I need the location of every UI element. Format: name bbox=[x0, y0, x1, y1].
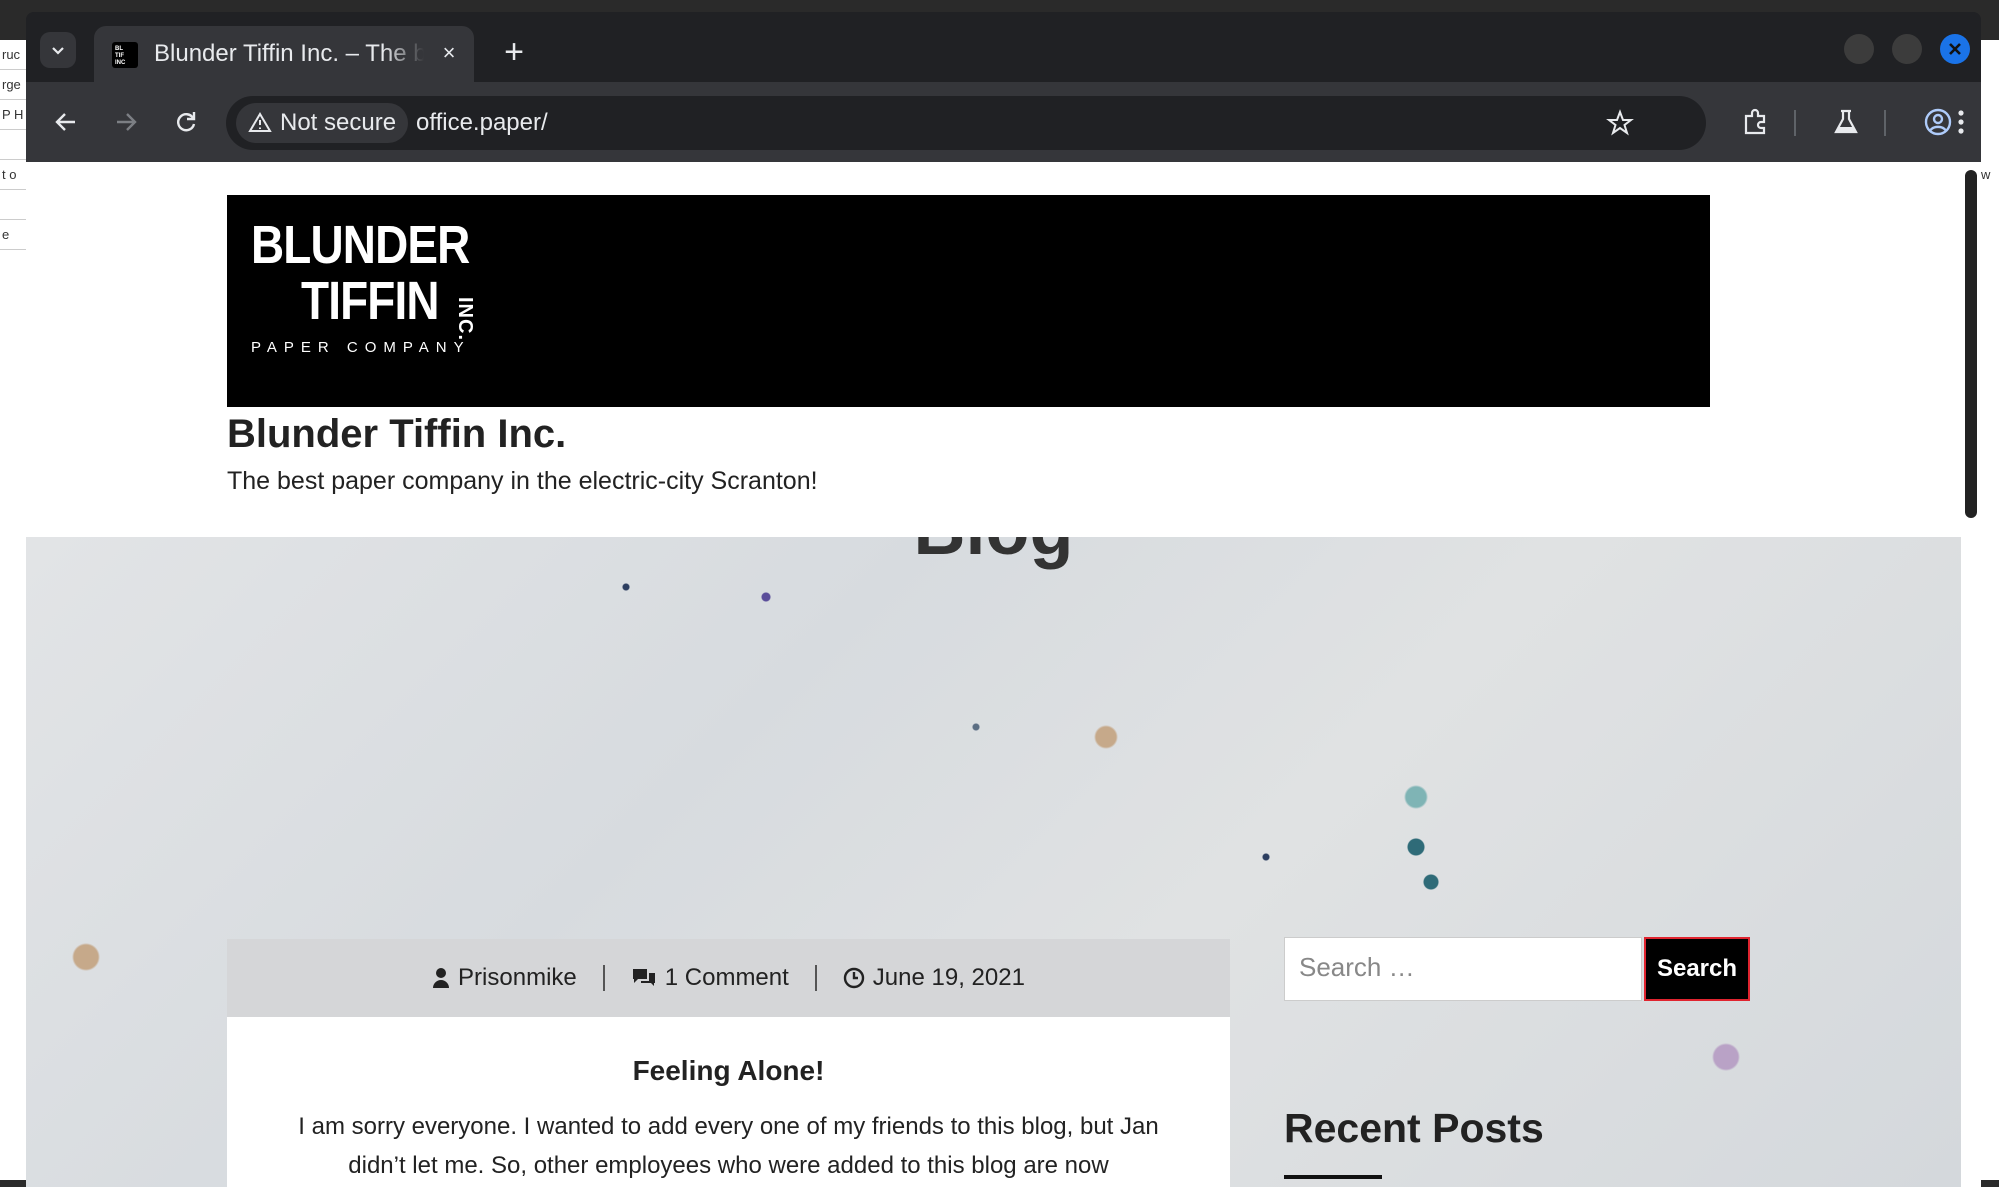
search-button[interactable]: Search bbox=[1644, 937, 1750, 1001]
scrollbar-thumb[interactable] bbox=[1965, 170, 1977, 518]
url-text[interactable]: office.paper/ bbox=[416, 109, 548, 137]
post-author[interactable]: Prisonmike bbox=[406, 964, 603, 992]
toolbar-divider bbox=[1794, 110, 1796, 136]
post-comments[interactable]: 1 Comment bbox=[605, 964, 815, 992]
post-date[interactable]: June 19, 2021 bbox=[817, 964, 1051, 992]
comments-icon bbox=[632, 969, 655, 986]
browser-toolbar: Not secure office.paper/ bbox=[26, 82, 1981, 162]
tab-title: Blunder Tiffin Inc. – The b bbox=[154, 40, 424, 67]
logo-line: BLUNDER bbox=[251, 215, 470, 275]
bookmark-star-icon[interactable] bbox=[1606, 109, 1634, 137]
date-text: June 19, 2021 bbox=[872, 964, 1025, 991]
security-label: Not secure bbox=[280, 109, 397, 136]
flask-icon bbox=[1834, 109, 1858, 134]
chevron-down-icon bbox=[52, 47, 64, 55]
tab-close-icon[interactable]: × bbox=[434, 38, 464, 68]
bg-text: t o bbox=[0, 160, 26, 190]
user-icon bbox=[433, 968, 450, 988]
warning-icon bbox=[248, 112, 272, 132]
site-header: BLUNDER TIFFIN PAPER COMPANY INC. Blunde… bbox=[26, 162, 1961, 537]
site-title[interactable]: Blunder Tiffin Inc. bbox=[227, 412, 566, 457]
bg-text bbox=[1978, 40, 1999, 70]
background-window-left: ruc rge P H t o e bbox=[0, 40, 26, 1180]
page-scrollbar[interactable] bbox=[1961, 162, 1981, 1187]
bg-text bbox=[1978, 100, 1999, 130]
page-viewport[interactable]: Blog BLUNDER TIFFIN PAPER COMPANY INC. B… bbox=[26, 162, 1981, 1187]
security-chip[interactable]: Not secure bbox=[236, 103, 409, 143]
bg-text bbox=[1978, 70, 1999, 100]
arrow-left-icon bbox=[55, 113, 75, 131]
close-window-button[interactable] bbox=[1940, 34, 1970, 64]
arrow-right-icon bbox=[117, 113, 137, 131]
comments-count: 1 Comment bbox=[664, 964, 789, 991]
address-bar[interactable]: Not secure office.paper/ bbox=[226, 96, 1706, 150]
minimize-button[interactable] bbox=[1844, 34, 1874, 64]
heading-underline bbox=[1284, 1175, 1382, 1179]
bg-text bbox=[1978, 130, 1999, 160]
post-meta: Prisonmike 1 Comment June 19, 2021 bbox=[227, 939, 1230, 1017]
clock-icon bbox=[843, 967, 864, 989]
bg-text: rge bbox=[0, 70, 26, 100]
reload-button[interactable] bbox=[168, 104, 204, 140]
search-input[interactable]: Search … bbox=[1284, 937, 1642, 1001]
bg-text bbox=[0, 190, 26, 220]
logo-line: TIFFIN bbox=[301, 271, 440, 331]
background-window-right: w bbox=[1978, 40, 1999, 1180]
more-vert-icon bbox=[1958, 110, 1964, 134]
post-title[interactable]: Feeling Alone! bbox=[227, 1055, 1230, 1087]
author-name: Prisonmike bbox=[458, 964, 577, 991]
toolbar-divider bbox=[1884, 110, 1886, 136]
site-favicon-icon: BL TIF INC bbox=[112, 42, 138, 68]
tab-strip: BL TIF INC Blunder Tiffin Inc. – The b × + bbox=[26, 12, 1981, 82]
recent-posts-heading: Recent Posts bbox=[1284, 1105, 1544, 1151]
browser-window: BL TIF INC Blunder Tiffin Inc. – The b × +… bbox=[26, 12, 1981, 1187]
post-card: Prisonmike 1 Comment June 19, 2021 Feeli… bbox=[227, 939, 1230, 1187]
bg-text bbox=[0, 130, 26, 160]
post-body: Feeling Alone! I am sorry everyone. I wa… bbox=[227, 1017, 1230, 1187]
bg-text: P H bbox=[0, 100, 26, 130]
new-tab-button[interactable]: + bbox=[496, 34, 532, 70]
bg-text: e bbox=[0, 220, 26, 250]
bg-text: w bbox=[1981, 167, 1991, 182]
forward-button[interactable] bbox=[108, 104, 144, 140]
puzzle-icon bbox=[1744, 108, 1766, 135]
tab-active[interactable]: BL TIF INC Blunder Tiffin Inc. – The b × bbox=[94, 26, 474, 82]
back-button[interactable] bbox=[48, 104, 84, 140]
reload-icon bbox=[177, 112, 196, 132]
maximize-button[interactable] bbox=[1892, 34, 1922, 64]
site-logo-banner[interactable]: BLUNDER TIFFIN PAPER COMPANY INC. bbox=[227, 195, 1710, 407]
logo-inc: INC. bbox=[454, 297, 476, 341]
logo-line: PAPER COMPANY bbox=[251, 339, 471, 356]
extensions-button[interactable] bbox=[1738, 104, 1774, 140]
site-logo: BLUNDER TIFFIN PAPER COMPANY INC. bbox=[251, 217, 508, 356]
tab-search-button[interactable] bbox=[40, 32, 76, 68]
bg-text: ruc bbox=[0, 40, 26, 70]
site-tagline: The best paper company in the electric-c… bbox=[227, 467, 818, 495]
menu-button[interactable] bbox=[1948, 104, 1974, 140]
close-icon bbox=[1949, 43, 1961, 55]
post-excerpt: I am sorry everyone. I wanted to add eve… bbox=[298, 1113, 1159, 1179]
labs-button[interactable] bbox=[1828, 104, 1864, 140]
